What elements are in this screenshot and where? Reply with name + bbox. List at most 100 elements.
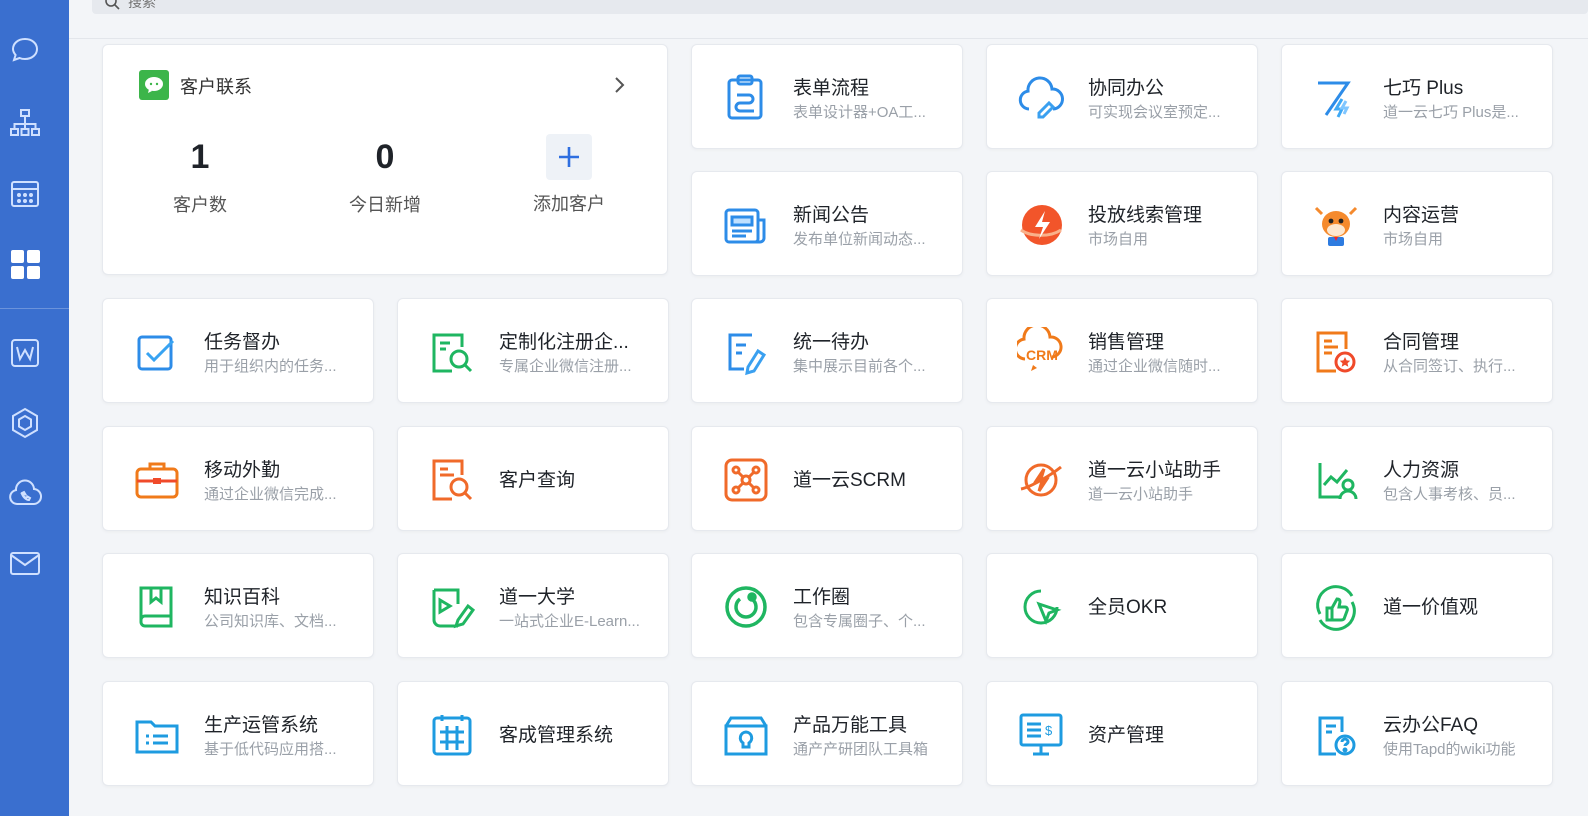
app-card[interactable]: 合同管理从合同签订、执行... <box>1281 298 1553 403</box>
app-title: 知识百科 <box>204 587 281 608</box>
app-card[interactable]: 内容运营 市场自用 <box>1281 171 1553 276</box>
news-icon <box>722 200 770 250</box>
app-description: 通产产研团队工具箱 <box>793 741 929 758</box>
search-bar[interactable] <box>92 0 1588 14</box>
app-description: 用于组织内的任务... <box>204 358 337 375</box>
knowledge-book-icon <box>133 582 181 632</box>
chevron-right-icon[interactable] <box>609 73 629 97</box>
app-card[interactable]: CRM 销售管理 通过企业微信随时... <box>986 298 1258 403</box>
app-description: 使用Tapd的wiki功能 <box>1383 741 1516 758</box>
hr-chart-icon <box>1312 455 1360 505</box>
chat-icon[interactable] <box>7 32 43 68</box>
calendar-icon[interactable] <box>7 175 43 211</box>
form-flow-icon <box>722 73 770 123</box>
qiqiao-plus-icon <box>1312 73 1360 123</box>
app-card[interactable]: 生产运管系统基于低代码应用搭... <box>102 681 374 786</box>
app-card[interactable]: 知识百科公司知识库、文档... <box>102 553 374 658</box>
plus-icon[interactable] <box>546 134 592 180</box>
customer-contact-title: 客户联系 <box>180 77 252 97</box>
product-toolbox-icon <box>722 710 770 760</box>
app-card[interactable]: 定制化注册企... 专属企业微信注册... <box>397 298 669 403</box>
cloud-collab-icon <box>1017 73 1065 123</box>
app-description: 可实现会议室预定... <box>1088 104 1221 121</box>
app-card[interactable]: 人力资源 包含人事考核、员... <box>1281 426 1553 531</box>
customer-success-icon <box>428 710 476 760</box>
app-card[interactable]: 道一大学 一站式企业E-Learn... <box>397 553 669 658</box>
app-title: 协同办公 <box>1088 78 1165 99</box>
app-description: 公司知识库、文档... <box>204 613 337 630</box>
app-card[interactable]: 协同办公可实现会议室预定... <box>986 44 1258 149</box>
app-description: 基于低代码应用搭... <box>204 741 337 758</box>
workbench-grid-icon[interactable] <box>7 246 43 282</box>
app-title: 定制化注册企... <box>499 332 629 353</box>
search-input[interactable] <box>126 0 430 11</box>
app-title: 客成管理系统 <box>499 725 614 746</box>
cloud-phone-icon[interactable] <box>7 476 43 512</box>
app-title: 资产管理 <box>1088 725 1165 746</box>
app-title: 全员OKR <box>1088 597 1168 618</box>
app-title: 七巧 Plus <box>1383 78 1464 99</box>
task-check-icon <box>133 327 181 377</box>
app-title: 生产运管系统 <box>204 715 319 736</box>
mail-icon[interactable] <box>7 545 43 581</box>
app-card[interactable]: 投放线索管理 市场自用 <box>986 171 1258 276</box>
app-description: 专属企业微信注册... <box>499 358 632 375</box>
app-title: 道一价值观 <box>1383 597 1479 618</box>
customer-count-stat[interactable]: 1 客户数 <box>140 133 260 217</box>
svg-text:$: $ <box>1045 723 1053 738</box>
app-title: 云办公FAQ <box>1383 715 1479 736</box>
crm-sales-icon: CRM <box>1013 323 1065 377</box>
elearning-icon <box>428 582 476 632</box>
app-card[interactable]: 工作圈 包含专属圈子、个... <box>691 553 963 658</box>
app-card[interactable]: 新闻公告 发布单位新闻动态... <box>691 171 963 276</box>
search-icon <box>105 0 120 10</box>
app-card[interactable]: 全员OKR <box>986 553 1258 658</box>
customer-count-value: 1 <box>190 138 210 176</box>
app-title: 投放线索管理 <box>1088 205 1203 226</box>
app-description: 道一云七巧 Plus是... <box>1383 104 1519 121</box>
app-card[interactable]: 云办公FAQ 使用Tapd的wiki功能 <box>1281 681 1553 786</box>
app-title: 内容运营 <box>1383 205 1460 226</box>
cube-icon[interactable] <box>7 405 43 441</box>
org-structure-icon[interactable] <box>7 105 43 141</box>
app-card[interactable]: 任务督办 用于组织内的任务... <box>102 298 374 403</box>
app-card[interactable]: 表单流程 表单设计器+OA工... <box>691 44 963 149</box>
app-description: 一站式企业E-Learn... <box>499 613 640 630</box>
app-description: 从合同签订、执行... <box>1383 358 1516 375</box>
app-card[interactable]: 客成管理系统 <box>397 681 669 786</box>
header-divider <box>69 38 1588 39</box>
customer-search-icon <box>428 455 476 505</box>
sidebar <box>0 0 69 816</box>
app-title: 道一云小站助手 <box>1088 460 1222 481</box>
app-card[interactable]: 移动外勤 通过企业微信完成... <box>102 426 374 531</box>
sidebar-divider <box>0 308 69 309</box>
production-folder-icon <box>133 710 181 760</box>
scrm-network-icon <box>722 455 770 505</box>
app-card[interactable]: 道一云SCRM <box>691 426 963 531</box>
app-description: 通过企业微信完成... <box>204 486 337 503</box>
app-title: 客户查询 <box>499 470 576 491</box>
app-card[interactable]: 七巧 Plus 道一云七巧 Plus是... <box>1281 44 1553 149</box>
app-card[interactable]: 客户查询 <box>397 426 669 531</box>
cow-mascot-icon <box>1312 200 1360 250</box>
new-today-value: 0 <box>375 138 395 176</box>
app-card[interactable]: 统一待办 集中展示目前各个... <box>691 298 963 403</box>
app-title: 产品万能工具 <box>793 715 908 736</box>
app-description: 集中展示目前各个... <box>793 358 926 375</box>
faq-icon <box>1312 710 1360 760</box>
app-description: 发布单位新闻动态... <box>793 231 926 248</box>
app-title: 道一云SCRM <box>793 470 906 491</box>
customer-count-label: 客户数 <box>173 195 227 215</box>
add-customer-button[interactable]: 添加客户 <box>509 133 629 216</box>
lightning-leads-icon <box>1017 200 1065 250</box>
app-card[interactable]: $ 资产管理 <box>986 681 1258 786</box>
word-document-icon[interactable] <box>7 335 43 371</box>
new-today-stat[interactable]: 0 今日新增 <box>325 133 445 217</box>
app-description: 市场自用 <box>1383 231 1444 248</box>
app-card[interactable]: 道一价值观 <box>1281 553 1553 658</box>
customer-contact-card[interactable]: 客户联系 1 客户数 0 今日新增 添加客户 <box>102 44 668 275</box>
app-card[interactable]: 产品万能工具通产产研团队工具箱 <box>691 681 963 786</box>
app-title: 合同管理 <box>1383 332 1460 353</box>
briefcase-icon <box>133 455 181 505</box>
app-card[interactable]: 道一云小站助手 道一云小站助手 <box>986 426 1258 531</box>
